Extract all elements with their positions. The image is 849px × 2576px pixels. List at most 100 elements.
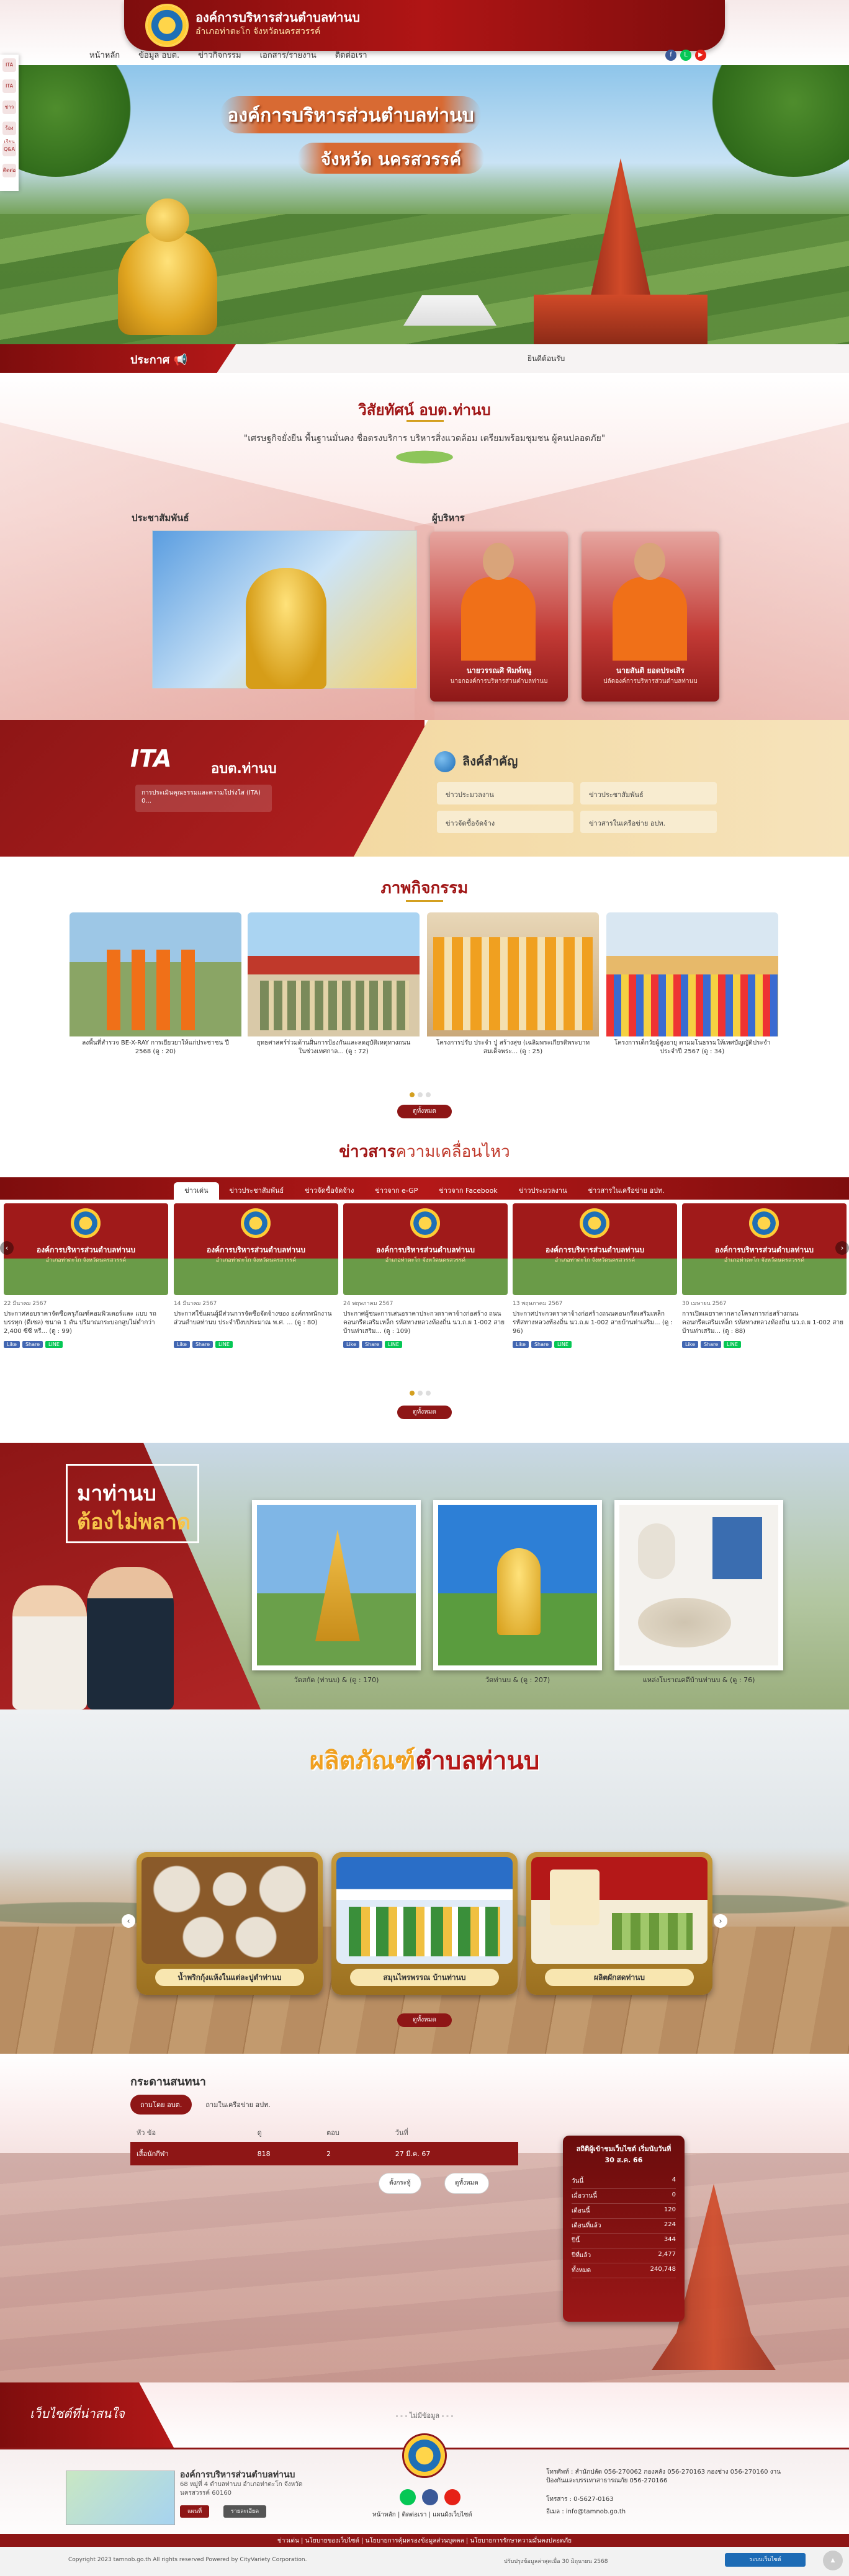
- line-icon[interactable]: [400, 2489, 416, 2505]
- product-card[interactable]: น้ำพริกกุ้งแห้งในแต่ละปูตำท่านบ: [137, 1852, 323, 1995]
- ita-links-section: ITA อบต.ท่านบ การประเมินคุณธรรมและความโป…: [0, 720, 849, 857]
- rail-qa[interactable]: Q&A: [2, 143, 16, 156]
- map-button[interactable]: แผนที่: [180, 2505, 210, 2518]
- news-card[interactable]: องค์การบริหารส่วนตำบลท่านบ อำเภอท่าตะโก จ…: [174, 1203, 338, 1348]
- fb-share-button[interactable]: Share: [531, 1341, 552, 1348]
- chevron-right-icon[interactable]: ›: [714, 1914, 727, 1928]
- activities-more-button[interactable]: ดูทั้งหมด: [397, 1105, 452, 1118]
- chevron-left-icon[interactable]: ‹: [0, 1241, 14, 1255]
- tab-local-board[interactable]: ถามโดย อบต.: [130, 2095, 192, 2115]
- line-share-button[interactable]: LINE: [385, 1341, 402, 1348]
- news-card[interactable]: องค์การบริหารส่วนตำบลท่านบ อำเภอท่าตะโก จ…: [682, 1203, 847, 1348]
- org-logo[interactable]: [145, 4, 189, 47]
- activity-card[interactable]: โครงการปรับ ประจำ ปู่ สร้างสุข (เฉลิมพระ…: [427, 912, 599, 1059]
- ita-logo[interactable]: ITA: [130, 745, 172, 772]
- link-item[interactable]: ข่าวจัดซื้อจัดจ้าง: [437, 811, 573, 833]
- nav-about[interactable]: ข้อมูล อบต.: [138, 48, 179, 61]
- stat-row: ปีที่แล้ว 2,477: [572, 2248, 676, 2263]
- new-topic-button[interactable]: ตั้งกระทู้: [379, 2173, 421, 2194]
- products-more-button[interactable]: ดูทั้งหมด: [397, 2013, 452, 2027]
- tab-featured[interactable]: ข่าวเด่น: [174, 1182, 219, 1200]
- news-card[interactable]: องค์การบริหารส่วนตำบลท่านบ อำเภอท่าตะโก จ…: [343, 1203, 508, 1348]
- fb-like-button[interactable]: Like: [4, 1341, 20, 1348]
- fb-like-button[interactable]: Like: [174, 1341, 190, 1348]
- link-item[interactable]: ข่าวประชาสัมพันธ์: [580, 782, 717, 804]
- line-icon[interactable]: L: [680, 50, 691, 61]
- fb-like-button[interactable]: Like: [343, 1341, 359, 1348]
- product-name: น้ำพริกกุ้งแห้งในแต่ละปูตำท่านบ: [155, 1969, 304, 1986]
- cms-badge[interactable]: ระบบเว็บไซต์: [725, 2553, 806, 2567]
- line-share-button[interactable]: LINE: [724, 1341, 741, 1348]
- chevron-right-icon[interactable]: ›: [835, 1241, 849, 1255]
- executive-card[interactable]: นายสันติ ยอดประเสิร ปลัดองค์การบริหารส่ว…: [582, 532, 719, 702]
- product-card[interactable]: สมุนไพรพรรณ บ้านท่านบ: [331, 1852, 518, 1995]
- link-item[interactable]: ข่าวสารในเครือข่าย อปท.: [580, 811, 717, 833]
- nav-activities[interactable]: ข่าวกิจกรรม: [198, 48, 241, 61]
- activity-card[interactable]: ลงพื้นที่สำรวจ BE-X-RAY การเยียวยาให้แก่…: [70, 912, 241, 1059]
- tab-egp[interactable]: ข่าวจาก e-GP: [364, 1182, 428, 1200]
- activity-card[interactable]: ยุทธศาสตร์ร่วมด้านฝั่นการป้องกันและลดอุบ…: [248, 912, 420, 1059]
- fb-like-button[interactable]: Like: [682, 1341, 698, 1348]
- youtube-icon[interactable]: [444, 2489, 460, 2505]
- tab-pr[interactable]: ข่าวประชาสัมพันธ์: [219, 1182, 295, 1200]
- rail-complaint[interactable]: ร้องเรียน: [2, 122, 16, 145]
- tab-network[interactable]: ข่าวสารในเครือข่าย อปท.: [578, 1182, 675, 1200]
- tab-procurement[interactable]: ข่าวจัดซื้อจัดจ้าง: [294, 1182, 364, 1200]
- carousel-dots[interactable]: [410, 1092, 431, 1097]
- line-share-button[interactable]: LINE: [215, 1341, 233, 1348]
- pr-banner-image[interactable]: [152, 530, 417, 689]
- product-photo: [531, 1857, 708, 1964]
- tourism-card[interactable]: วัดสกัด (ท่านบ) & (ดู : 170): [252, 1500, 421, 1685]
- fb-share-button[interactable]: Share: [192, 1341, 213, 1348]
- news-card[interactable]: องค์การบริหารส่วนตำบลท่านบ อำเภอท่าตะโก จ…: [4, 1203, 168, 1348]
- youtube-icon[interactable]: ▶: [695, 50, 706, 61]
- ita-item[interactable]: การประเมินคุณธรรมและความโปร่งใส (ITA) 0.…: [135, 785, 272, 812]
- executive-card[interactable]: นายวรรณศิ พิมพ์หนู นายกองค์การบริหารส่วน…: [430, 532, 568, 702]
- chevron-left-icon[interactable]: ‹: [122, 1914, 135, 1928]
- fb-share-button[interactable]: Share: [361, 1341, 383, 1348]
- footer-email[interactable]: อีเมล : info@tamnob.go.th: [546, 2508, 794, 2516]
- footer-logo: [402, 2433, 447, 2478]
- nav-home[interactable]: หน้าหลัก: [89, 48, 120, 61]
- fb-share-button[interactable]: Share: [22, 1341, 43, 1348]
- activity-photo: [248, 912, 420, 1036]
- carousel-dots[interactable]: [410, 1391, 431, 1396]
- rail-contact[interactable]: ติดต่อ: [2, 164, 16, 177]
- tab-facebook[interactable]: ข่าวจาก Facebook: [428, 1182, 508, 1200]
- tourism-card[interactable]: แหล่งโบราณคดีบ้านท่านบ & (ดู : 76): [614, 1500, 783, 1685]
- news-more-button[interactable]: ดูทั้งหมด: [397, 1406, 452, 1419]
- footer-map[interactable]: [66, 2471, 175, 2525]
- nav-contact[interactable]: ติดต่อเรา: [335, 48, 367, 61]
- footer-links[interactable]: หน้าหลัก | ติดต่อเรา | แผนผังเว็บไซต์: [372, 2510, 472, 2520]
- fb-like-button[interactable]: Like: [513, 1341, 529, 1348]
- fb-share-button[interactable]: Share: [700, 1341, 722, 1348]
- news-card[interactable]: องค์การบริหารส่วนตำบลท่านบ อำเภอท่าตะโก จ…: [513, 1203, 677, 1348]
- topic-cell[interactable]: เสื้อนักกีฬา: [130, 2142, 251, 2165]
- rail-ita-1[interactable]: ITA: [2, 58, 16, 72]
- back-to-top-icon[interactable]: ▲: [823, 2551, 843, 2570]
- announcement-ticker[interactable]: ยินดีต้อนรับ: [528, 353, 565, 365]
- nav-documents[interactable]: เอกสาร/รายงาน: [260, 48, 317, 61]
- stat-row: วันนี้ 4: [572, 2174, 676, 2189]
- line-share-button[interactable]: LINE: [554, 1341, 572, 1348]
- link-item[interactable]: ข่าวประมวลงาน: [437, 782, 573, 804]
- news-thumbnail: องค์การบริหารส่วนตำบลท่านบ อำเภอท่าตะโก จ…: [4, 1203, 168, 1295]
- board-all-button[interactable]: ดูทั้งหมด: [444, 2173, 489, 2194]
- rail-ita-2[interactable]: ITA: [2, 79, 16, 93]
- product-card[interactable]: ผลิตผักสดท่านบ: [526, 1852, 712, 1995]
- tourism-caption: วัดสกัด (ท่านบ) & (ดู : 170): [294, 1676, 379, 1684]
- tourism-card[interactable]: วัดท่านบ & (ดู : 207): [433, 1500, 602, 1685]
- tab-summary[interactable]: ข่าวประมวลงาน: [508, 1182, 578, 1200]
- executive-photo: [613, 543, 687, 661]
- share-buttons: Like Share LINE: [513, 1341, 677, 1348]
- detail-button[interactable]: รายละเอียด: [223, 2505, 267, 2518]
- rail-news[interactable]: ข่าว: [2, 100, 16, 114]
- tab-network-board[interactable]: ถามในเครือข่าย อปท.: [195, 2095, 281, 2115]
- news-excerpt: การเปิดเผยราคากลางโครงการก่อสร้างถนนคอนก…: [682, 1311, 843, 1335]
- line-share-button[interactable]: LINE: [45, 1341, 63, 1348]
- table-row[interactable]: เสื้อนักกีฬา 818 2 27 มี.ค. 67: [130, 2142, 518, 2165]
- facebook-icon[interactable]: [422, 2489, 438, 2505]
- facebook-icon[interactable]: f: [665, 50, 676, 61]
- news-excerpt: ประกาศสอบราคาจัดซื้อครุภัณฑ์คอมพิวเตอร์แ…: [4, 1311, 156, 1335]
- activity-card[interactable]: โครงการเด็กวัยผู้สูงอายุ ตามมโนธรรมให้เท…: [606, 912, 778, 1059]
